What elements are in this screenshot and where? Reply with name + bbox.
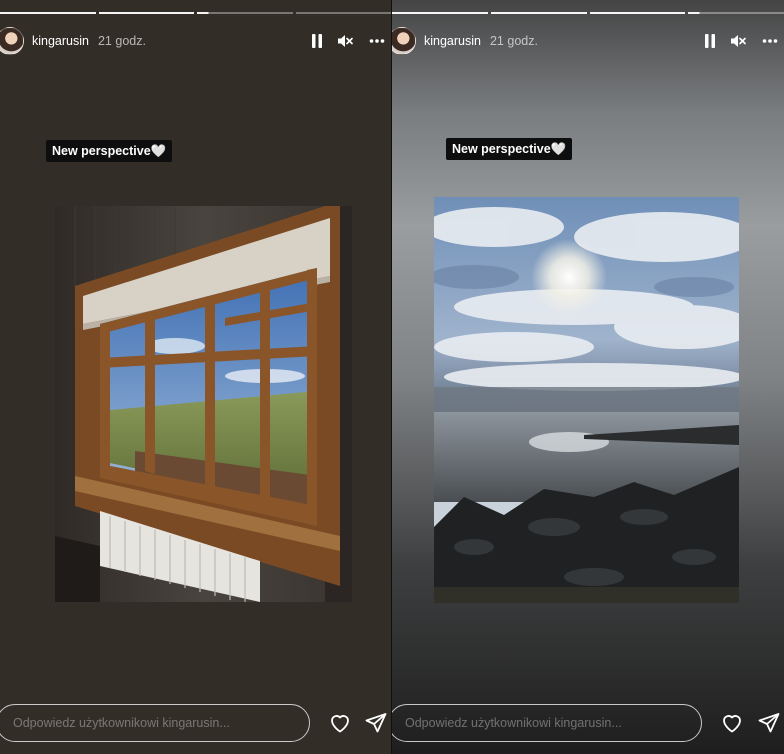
reply-input[interactable] [392,704,702,742]
speaker-muted-icon[interactable] [730,33,746,49]
username[interactable]: kingarusin [424,34,481,48]
white-heart-emoji: 🤍 [150,144,167,158]
story-progress [392,12,784,14]
progress-segment [490,12,587,14]
pause-icon[interactable] [703,33,717,49]
progress-segment [98,12,194,14]
text-sticker: New perspective🤍 [446,138,573,160]
heart-outline-icon[interactable] [328,711,352,735]
reply-bar [0,704,391,744]
heart-outline-icon[interactable] [720,711,744,735]
coastline-photo-illustration [434,197,739,603]
speaker-muted-icon[interactable] [337,33,353,49]
avatar[interactable] [392,27,416,55]
story-panel-left[interactable]: kingarusin 21 godz. New perspective🤍 [0,0,391,754]
progress-segment [197,12,293,14]
more-horizontal-icon[interactable] [369,38,385,44]
story-controls [703,26,784,56]
paper-plane-icon[interactable] [757,711,781,735]
avatar[interactable] [0,27,24,55]
reply-input[interactable] [0,704,310,742]
post-time: 21 godz. [489,34,538,48]
progress-segment [392,12,488,14]
sticker-text: New perspective [452,142,551,156]
progress-segment [295,12,391,14]
progress-segment [0,12,96,14]
post-time: 21 godz. [97,34,146,48]
story-controls [310,26,391,56]
progress-segment [589,12,686,14]
text-sticker: New perspective🤍 [46,140,173,162]
progress-segment [688,12,784,14]
username[interactable]: kingarusin [32,34,89,48]
story-header: kingarusin 21 godz. [0,26,391,56]
story-progress [0,12,391,14]
more-horizontal-icon[interactable] [762,38,778,44]
sticker-text: New perspective [52,144,151,158]
white-heart-emoji: 🤍 [550,142,567,156]
story-panel-right[interactable]: kingarusin 21 godz. New perspective🤍 [392,0,784,754]
reply-bar [392,704,784,744]
window-photo-illustration [55,206,352,602]
story-viewer: kingarusin 21 godz. New perspective🤍 Odp… [0,0,784,754]
story-header: kingarusin 21 godz. [392,26,784,56]
story-photo-window [55,206,352,602]
story-photo-coastline [434,197,739,603]
pause-icon[interactable] [310,33,324,49]
paper-plane-icon[interactable] [364,711,388,735]
